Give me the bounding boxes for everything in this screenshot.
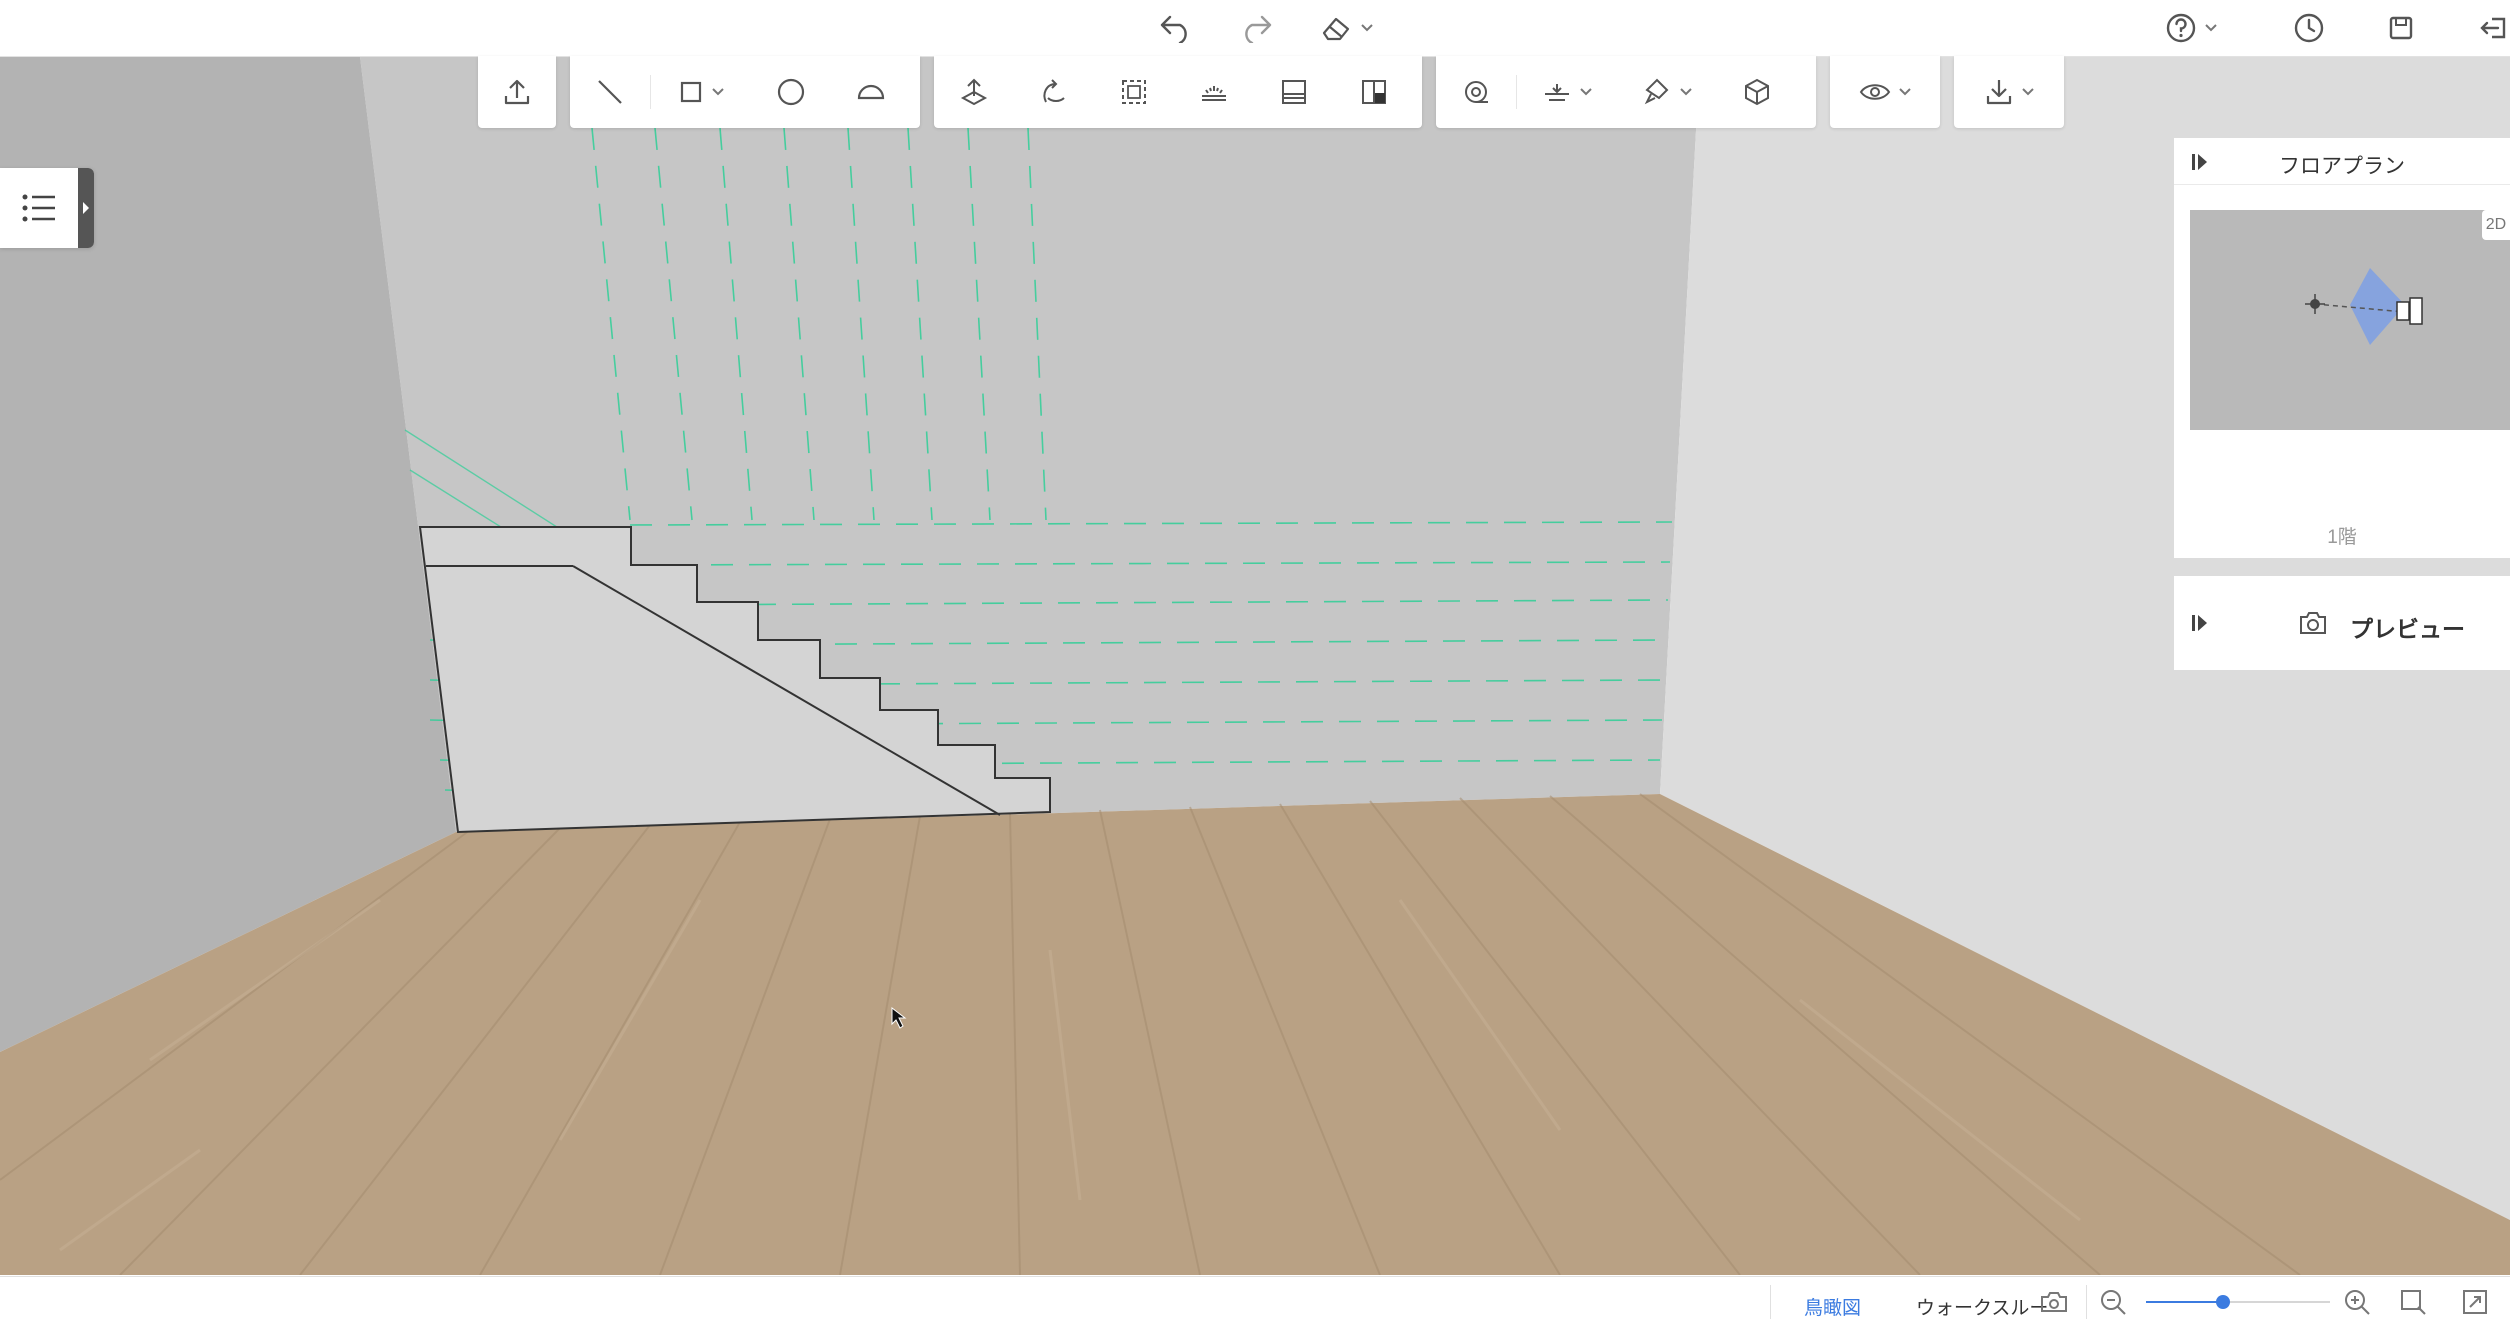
align-button[interactable] [1517,56,1617,128]
redo-button[interactable] [1238,6,1274,50]
exit-button[interactable] [2478,6,2508,50]
sidebar-grip[interactable] [78,168,94,248]
box-view-icon [1745,78,1769,106]
push-pull-button[interactable] [934,56,1014,128]
separator [1770,1285,1771,1319]
chevron-down-icon [712,88,724,96]
toolbar-group-edit [934,56,1422,128]
save-button[interactable] [2386,6,2416,50]
download-button[interactable] [1954,56,2064,128]
tape-measure-button[interactable] [1436,56,1516,128]
select-area-button[interactable] [1094,56,1174,128]
save-icon [2389,16,2413,40]
download-icon [1986,80,2012,105]
circle-icon [777,78,805,106]
floorplan-panel: フロアプラン 2D 1階 [2174,138,2510,558]
floorplan-title: フロアプラン [2279,155,2405,178]
preview-header: プレビュー [2174,576,2510,670]
zoom-fit-icon[interactable] [2398,1287,2428,1317]
collapse-panel-icon[interactable] [2190,614,2210,632]
select-area-icon [1122,80,1146,104]
zoom-slider[interactable] [2146,1295,2330,1309]
wall-panel-button[interactable] [1254,56,1334,128]
view-walkthrough-tab[interactable]: ウォークスルー [1916,1293,2048,1320]
upload-button[interactable] [478,56,556,128]
paint-icon [1644,78,1669,105]
upload-icon [504,79,530,105]
redo-icon [1245,15,1272,43]
floorplan-minimap[interactable] [2190,210,2510,430]
wall-panel-icon [1282,80,1306,104]
rectangle-icon [680,81,702,103]
circle-tool-button[interactable] [751,56,831,128]
visibility-button[interactable] [1830,56,1940,128]
chevron-down-icon [2022,88,2034,96]
3d-viewport[interactable] [0,57,2510,1275]
fullscreen-icon[interactable] [2460,1287,2490,1317]
status-bar: 鳥瞰図 ウォークスルー [0,1276,2510,1319]
toolbar-group-file [478,56,556,128]
tape-measure-icon [1465,81,1488,103]
rectangle-tool-button[interactable] [651,56,751,128]
camera-indicator [2305,268,2423,345]
toolbar-group-measure [1436,56,1816,128]
undo-icon [1160,15,1187,43]
mode-2d-toggle[interactable]: 2D [2482,210,2510,240]
eye-icon [1859,84,1891,100]
camera-icon [2300,612,2326,634]
push-pull-icon [960,78,988,106]
history-icon [2294,13,2324,43]
sidebar-toggle[interactable] [0,168,94,248]
exit-icon [2480,17,2506,39]
light-button[interactable] [1174,56,1254,128]
zoom-slider-thumb[interactable] [2216,1295,2231,1309]
line-tool-button[interactable] [570,56,650,128]
list-icon [22,194,55,222]
zoom-slider-fill [2146,1301,2224,1303]
arc-icon [857,84,885,100]
chevron-down-icon [2205,24,2217,32]
arc-tool-button[interactable] [831,56,911,128]
floorplan-header: フロアプラン [2174,138,2510,185]
help-button[interactable] [2164,6,2218,50]
chevron-down-icon [1361,24,1373,32]
chevron-down-icon [1680,88,1692,96]
eraser-icon [1322,17,1350,41]
zoom-in-icon[interactable] [2342,1287,2372,1317]
toolbar-group-view [1830,56,1940,128]
separator [2086,1285,2087,1319]
chevron-right-icon [83,202,89,214]
help-icon [2166,13,2196,43]
line-icon [598,80,622,104]
rotate-button[interactable] [1014,56,1094,128]
align-icon [1545,84,1569,101]
preview-panel: プレビュー [2174,576,2510,670]
top-bar [0,0,2510,57]
layout-icon [1362,80,1386,104]
toolbar-group-draw [570,56,920,128]
preview-title[interactable]: プレビュー [2350,610,2465,644]
eraser-button[interactable] [1320,6,1374,50]
history-button[interactable] [2292,6,2326,50]
box-view-button[interactable] [1717,56,1797,128]
paint-button[interactable] [1617,56,1717,128]
floor-label[interactable]: 1階 [2174,522,2510,549]
toolbar-group-export [1954,56,2064,128]
chevron-down-icon [1580,88,1592,96]
zoom-out-icon[interactable] [2098,1287,2128,1317]
undo-button[interactable] [1158,6,1194,50]
light-icon [1202,86,1226,101]
view-birdseye-tab[interactable]: 鳥瞰図 [1804,1293,1861,1320]
chevron-down-icon [1899,88,1911,96]
rotate-icon [1043,79,1065,103]
layout-button[interactable] [1334,56,1414,128]
camera-view-icon[interactable] [2038,1287,2070,1315]
